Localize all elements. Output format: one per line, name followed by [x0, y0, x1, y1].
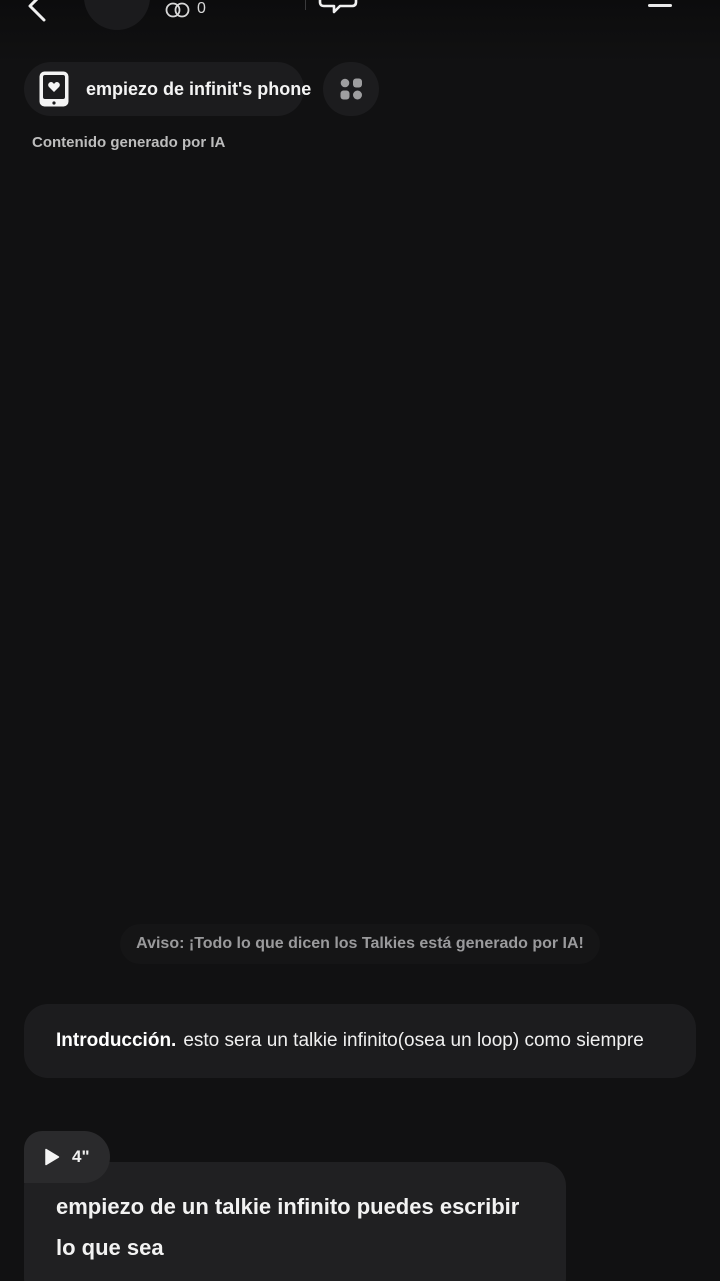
likes-count: 0 — [197, 0, 206, 17]
grid-button[interactable] — [323, 62, 379, 116]
audio-play-button[interactable]: 4" — [24, 1131, 110, 1183]
chat-button[interactable] — [318, 0, 358, 16]
message-text: empiezo de un talkie infinito puedes esc… — [56, 1194, 520, 1260]
intro-title: Introducción. — [56, 1030, 177, 1051]
avatar[interactable] — [84, 0, 150, 30]
play-icon — [45, 1148, 60, 1166]
audio-duration: 4" — [72, 1147, 90, 1166]
intro-card: Introducción. esto sera un talkie infini… — [24, 1004, 696, 1078]
menu-icon[interactable] — [648, 4, 672, 7]
ai-disclaimer: Aviso: ¡Todo lo que dicen los Talkies es… — [120, 924, 600, 964]
top-bar: 0 — [0, 0, 720, 64]
ai-generated-label: Contenido generado por IA — [32, 134, 226, 151]
infinity-icon — [165, 2, 190, 18]
chat-bubble-icon — [318, 0, 358, 14]
message-bubble: empiezo de un talkie infinito puedes esc… — [24, 1162, 566, 1281]
likes-counter[interactable]: 0 — [165, 0, 206, 18]
grid-icon — [340, 78, 362, 100]
chat-screen: 0 empiezo de infinit's phone Contenido g… — [0, 0, 720, 1281]
back-button[interactable] — [18, 0, 58, 26]
intro-text: esto sera un talkie infinito(osea un loo… — [183, 1030, 644, 1051]
chevron-left-icon — [28, 0, 46, 22]
divider — [305, 0, 306, 10]
character-phone-button[interactable]: empiezo de infinit's phone — [24, 62, 311, 116]
character-name: empiezo de infinit's phone — [86, 78, 312, 99]
phone-heart-icon — [39, 71, 69, 107]
